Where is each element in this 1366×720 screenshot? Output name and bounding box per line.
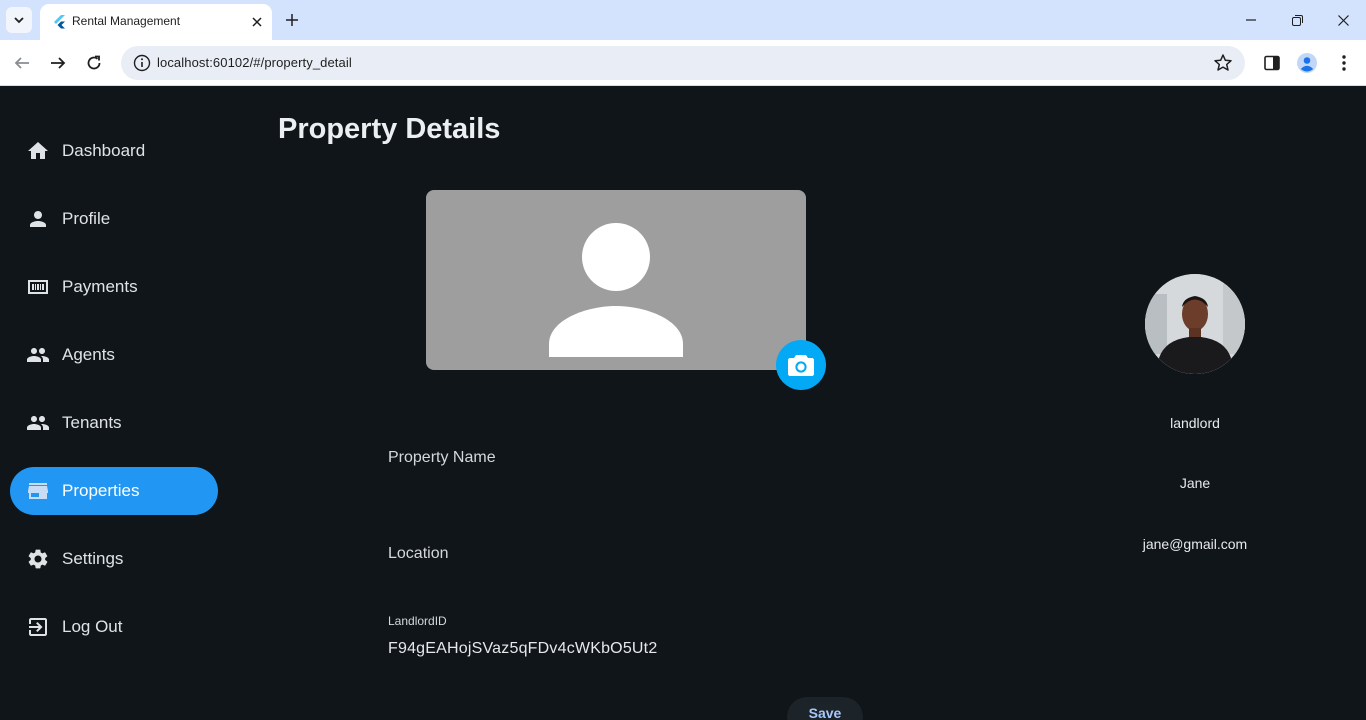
address-bar[interactable]: localhost:60102/#/property_detail [121,46,1245,80]
sidebar-item-payments[interactable]: Payments [10,263,218,311]
arrow-left-icon [14,57,29,69]
sidebar-item-label: Agents [62,345,115,364]
sidebar-item-settings[interactable]: Settings [10,535,218,583]
new-tab-button[interactable] [282,10,302,30]
forward-button[interactable] [46,51,70,75]
back-button[interactable] [10,51,34,75]
page-title: Property Details [278,113,501,145]
save-button-label: Save [808,705,842,720]
side-panel-icon [1264,55,1280,71]
person-icon [30,211,46,227]
sidebar-item-label: Log Out [62,617,123,636]
reload-button[interactable] [82,51,106,75]
sidebar-item-agents[interactable]: Agents [10,331,218,379]
browser-toolbar: localhost:60102/#/property_detail [0,40,1366,86]
browser-menu-button[interactable] [1333,52,1355,74]
arrow-right-icon [51,57,66,69]
chevron-down-icon [14,17,24,24]
close-window-button[interactable] [1333,10,1353,30]
sidebar-item-profile[interactable]: Profile [10,195,218,243]
avatar [1145,274,1245,374]
star-icon[interactable] [1213,53,1233,73]
side-panel-button[interactable] [1261,52,1283,74]
people-icon [27,416,49,430]
sidebar-item-label: Payments [62,277,138,296]
payments-icon [28,280,48,294]
minimize-button[interactable] [1241,10,1261,30]
home-icon [28,142,48,159]
location-field[interactable]: Location [388,545,449,563]
change-photo-button[interactable] [776,340,826,390]
tab-close-button[interactable] [248,13,266,31]
store-icon [28,483,48,499]
profile-button[interactable] [1296,52,1318,74]
sidebar-item-label: Dashboard [62,141,146,160]
browser-tab[interactable]: Rental Management [40,4,272,40]
close-icon [1337,14,1349,26]
close-icon [252,17,262,27]
landlord-id-label: LandlordID [388,614,447,628]
sidebar-item-label: Properties [62,481,140,500]
plus-icon [286,14,298,26]
user-name: Jane [1179,475,1211,491]
camera-icon [788,355,814,376]
minimize-icon [1246,19,1256,21]
landlord-id-value: F94gEAHojSVaz5qFDv4cWKbO5Ut2 [388,640,658,657]
restore-button[interactable] [1287,10,1307,30]
property-photo[interactable] [426,190,806,370]
restore-icon [1291,14,1303,26]
sidebar-item-label: Profile [62,209,111,228]
flutter-icon [54,15,65,29]
logout-icon [29,618,47,636]
user-role: landlord [1170,415,1220,431]
sidebar-item-tenants[interactable]: Tenants [10,399,218,447]
sidebar-item-label: Settings [62,549,124,568]
save-button[interactable]: Save [787,697,863,720]
sidebar-item-label: Tenants [62,413,122,432]
app-page: Dashboard Profile Payments Agents Tenant… [0,87,1366,720]
sidebar-item-dashboard[interactable]: Dashboard [10,127,218,175]
account-icon [1297,53,1317,73]
property-name-field[interactable]: Property Name [388,449,496,467]
user-email: jane@gmail.com [1142,536,1248,552]
user-photo [1145,274,1245,374]
sidebar-item-logout[interactable]: Log Out [10,603,218,651]
person-placeholder-icon [549,223,683,357]
gear-icon [28,549,48,569]
tab-search-button[interactable] [6,7,32,33]
kebab-menu-icon [1342,55,1346,71]
browser-tab-bar: Rental Management [0,0,1366,40]
sidebar-item-properties[interactable]: Properties [10,467,218,515]
info-icon[interactable] [133,54,151,72]
reload-icon [87,55,101,70]
tab-title: Rental Management [72,14,181,28]
url-text[interactable]: localhost:60102/#/property_detail [157,55,352,70]
people-icon [27,348,49,362]
